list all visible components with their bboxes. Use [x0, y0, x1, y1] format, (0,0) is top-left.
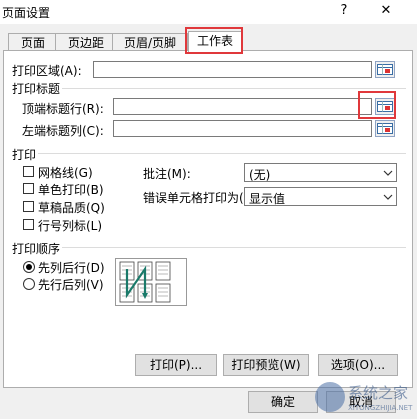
print-button[interactable]: 打印(P)... — [135, 354, 217, 376]
title-cols-label: 左端标题列(C): — [22, 124, 104, 138]
page-order-diagram-icon — [119, 261, 171, 303]
print-titles-divider — [62, 88, 406, 89]
draft-quality-checkbox[interactable] — [23, 201, 34, 212]
print-area-picker-button[interactable] — [375, 61, 395, 78]
title-bar: 页面设置 ? ✕ — [0, 0, 417, 24]
chevron-down-icon — [380, 164, 396, 181]
range-picker-icon — [377, 64, 393, 75]
range-picker-icon — [377, 101, 393, 112]
page-order-divider — [62, 247, 406, 248]
gridlines-checkbox[interactable] — [23, 166, 34, 177]
comments-value: (无) — [249, 168, 271, 182]
print-titles-heading: 打印标题 — [12, 82, 61, 96]
cell-errors-value: 显示值 — [249, 192, 286, 206]
print-area-label: 打印区域(A): — [12, 64, 82, 78]
ok-button[interactable]: 确定 — [248, 391, 318, 413]
page-order-heading: 打印顺序 — [12, 242, 61, 256]
title-cols-input[interactable] — [113, 120, 372, 137]
title-rows-label: 顶端标题行(R): — [22, 102, 104, 116]
close-button[interactable]: ✕ — [378, 2, 394, 20]
cell-errors-select[interactable]: 显示值 — [244, 187, 397, 206]
options-button[interactable]: 选项(O)... — [318, 354, 398, 376]
gridlines-label: 网格线(G) — [38, 166, 93, 180]
tab-strip: 页面 页边距 页眉/页脚 工作表 — [0, 27, 417, 53]
cancel-button[interactable]: 取消 — [326, 391, 396, 413]
row-col-headings-checkbox[interactable] — [23, 219, 34, 230]
cell-errors-label: 错误单元格打印为(E): — [143, 191, 260, 205]
down-then-over-radio[interactable] — [23, 261, 35, 273]
down-then-over-label: 先列后行(D) — [38, 261, 105, 275]
dialog-title: 页面设置 — [2, 6, 51, 20]
print-area-input[interactable] — [93, 61, 372, 78]
title-cols-picker-button[interactable] — [375, 120, 395, 137]
print-preview-button[interactable]: 打印预览(W) — [223, 354, 309, 376]
range-picker-icon — [377, 123, 393, 134]
draft-quality-label: 草稿品质(Q) — [38, 201, 105, 215]
title-rows-picker-button[interactable] — [375, 98, 395, 115]
comments-select[interactable]: (无) — [244, 163, 397, 182]
print-heading: 打印 — [12, 148, 37, 162]
over-then-down-label: 先行后列(V) — [38, 278, 104, 292]
print-divider — [38, 153, 406, 154]
comments-label: 批注(M): — [143, 167, 191, 181]
black-white-checkbox[interactable] — [23, 183, 34, 194]
black-white-label: 单色打印(B) — [38, 183, 104, 197]
row-col-headings-label: 行号列标(L) — [38, 219, 103, 233]
title-rows-input[interactable] — [113, 98, 372, 115]
over-then-down-radio[interactable] — [23, 278, 35, 290]
chevron-down-icon — [380, 188, 396, 205]
page-setup-dialog: 页面设置 ? ✕ 页面 页边距 页眉/页脚 工作表 打印区域(A): 打印标题 … — [0, 0, 417, 416]
help-button[interactable]: ? — [336, 2, 352, 20]
tab-sheet[interactable]: 工作表 — [188, 31, 242, 53]
page-order-preview — [115, 258, 187, 306]
